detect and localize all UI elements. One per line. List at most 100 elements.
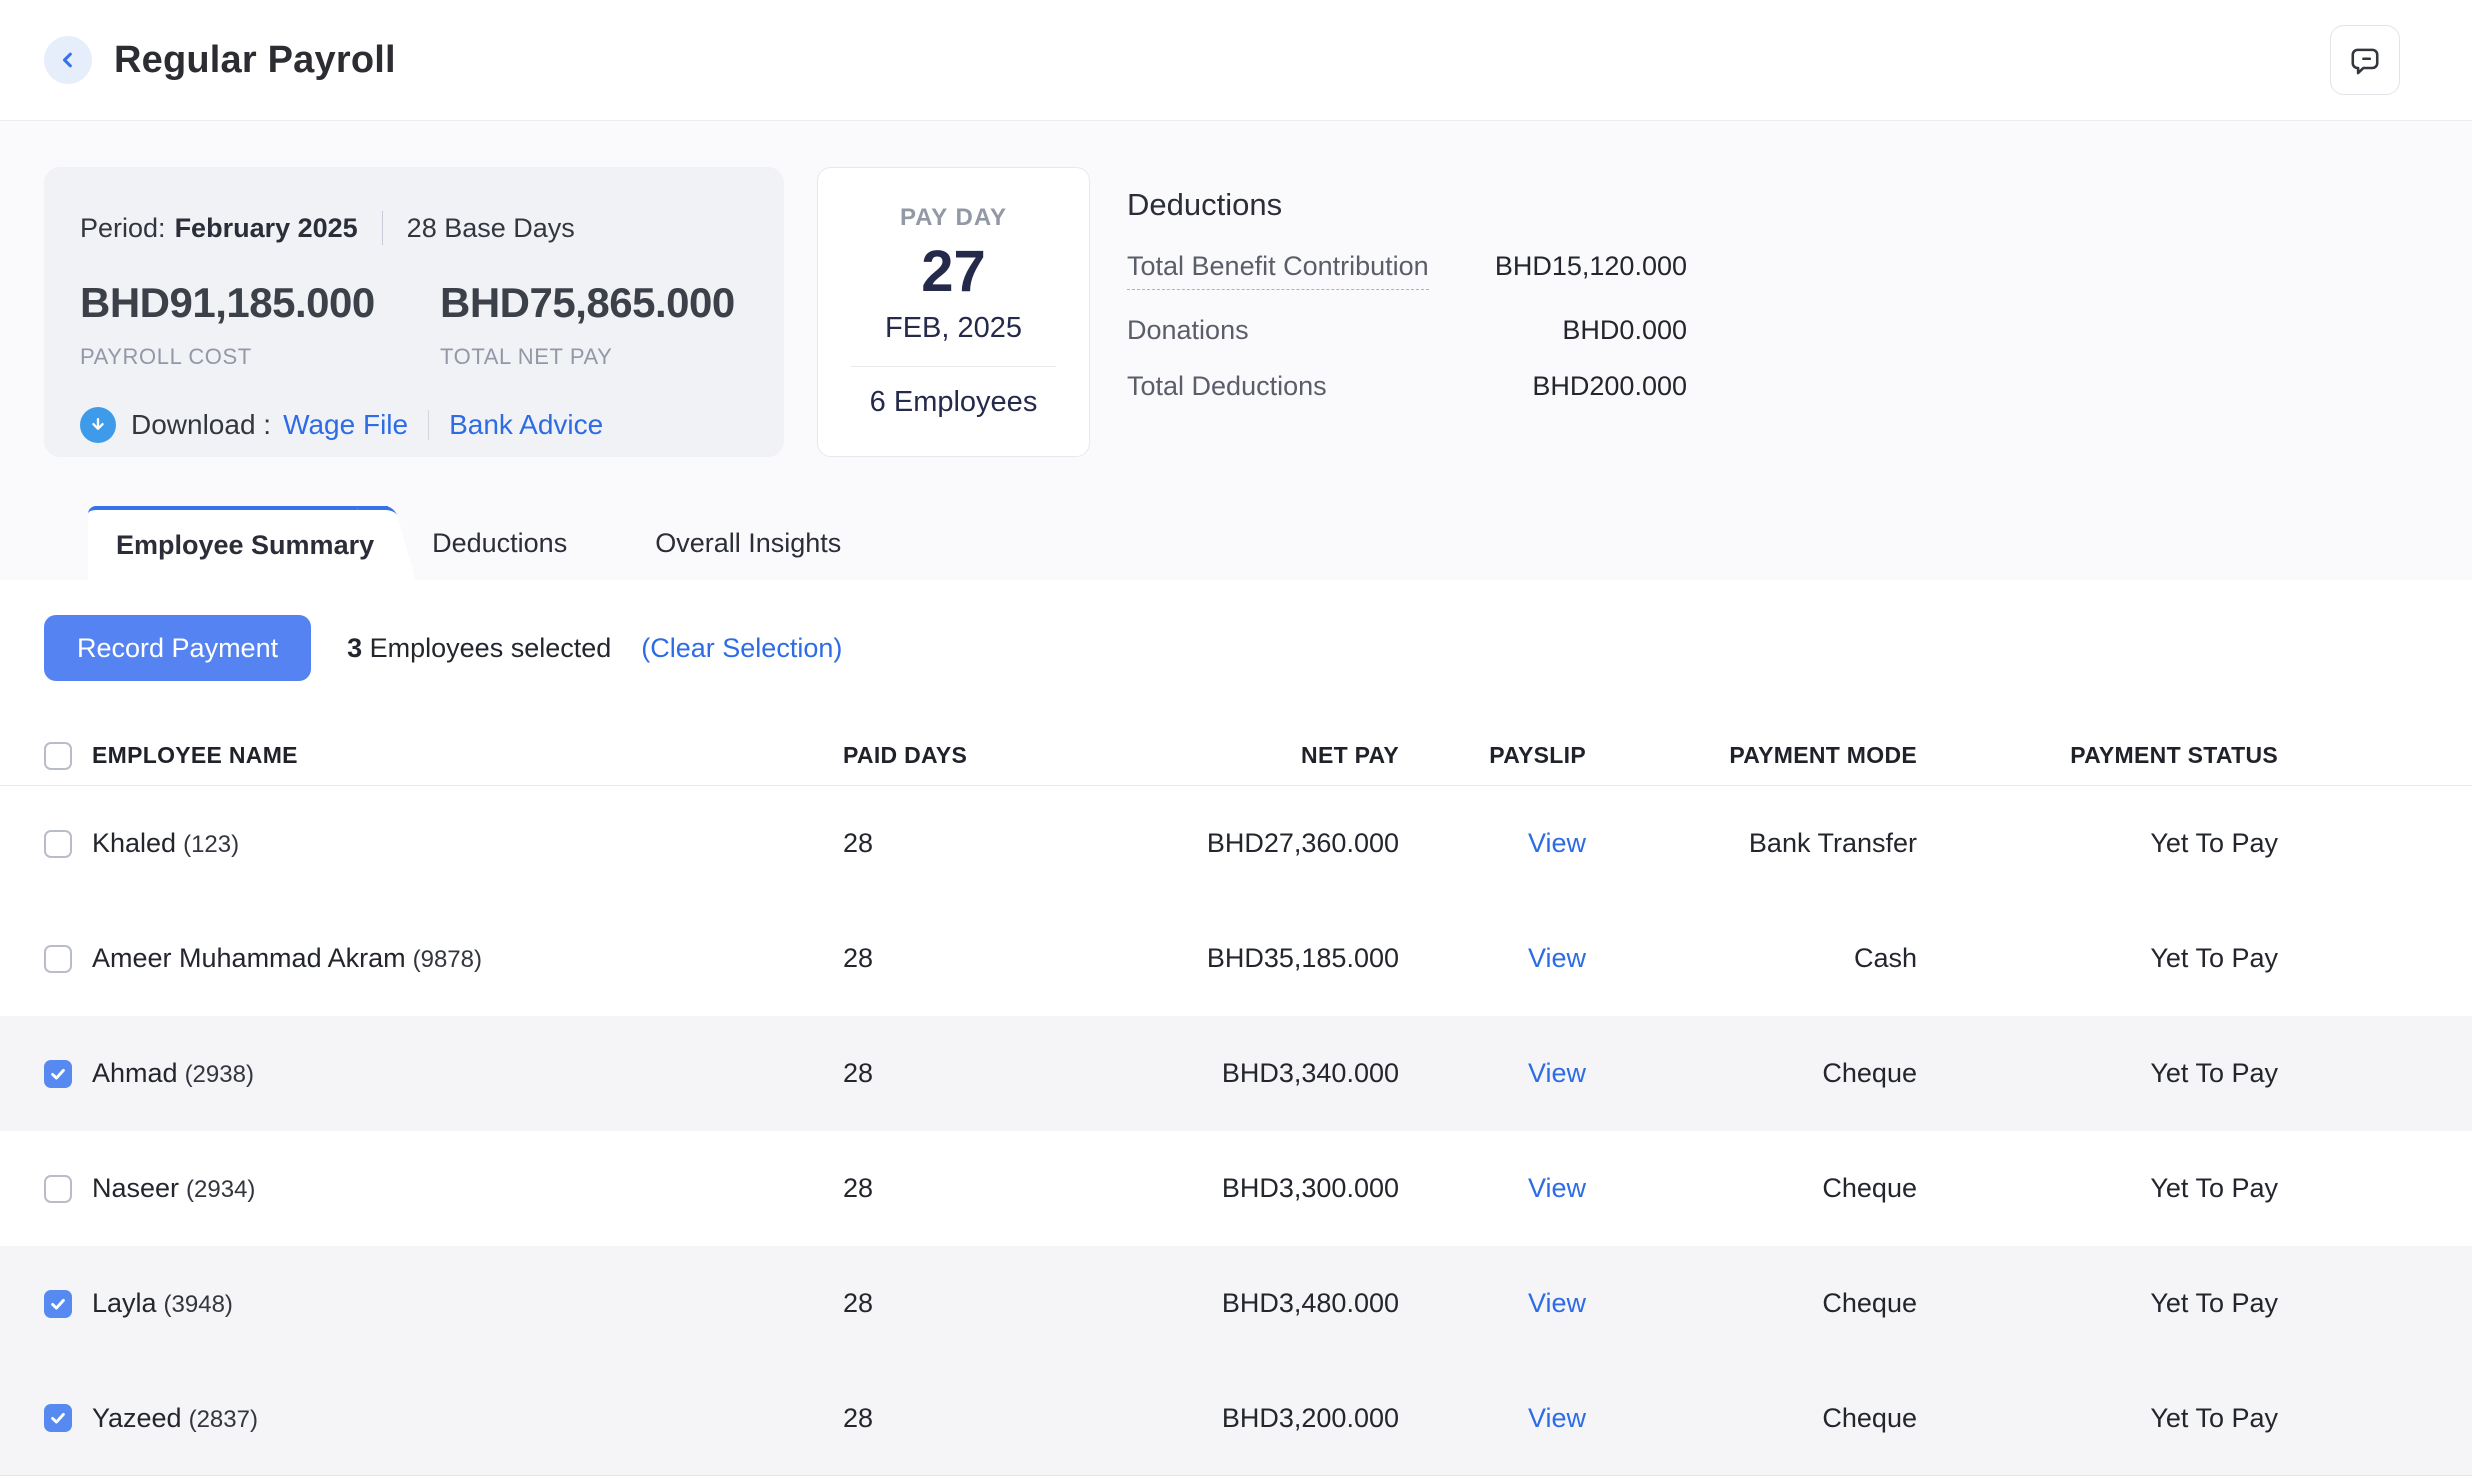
wage-file-link[interactable]: Wage File (283, 409, 408, 441)
period-value: February 2025 (175, 213, 358, 244)
tab-content: Record Payment 3 Employees selected (Cle… (0, 580, 2472, 1480)
tab-deductions[interactable]: Deductions (388, 506, 611, 580)
table-row: Ahmad(2938) 28 BHD3,340.000 View Cheque … (0, 1016, 2472, 1131)
column-header-payment-mode: PAYMENT MODE (1586, 742, 1917, 769)
deduction-label[interactable]: Total Benefit Contribution (1127, 251, 1429, 290)
payday-day: 27 (921, 240, 986, 304)
tab-bar: Employee Summary Deductions Overall Insi… (44, 506, 2428, 580)
payment-mode-cell: Cheque (1586, 1403, 1917, 1434)
divider (382, 211, 383, 245)
column-header-paid-days: PAID DAYS (843, 742, 1043, 769)
deduction-value: BHD200.000 (1532, 371, 1687, 402)
row-checkbox[interactable] (44, 1290, 72, 1318)
deduction-row: Total Deductions BHD200.000 (1127, 371, 1687, 402)
row-checkbox[interactable] (44, 1404, 72, 1432)
employee-name-cell: Ameer Muhammad Akram(9878) (92, 943, 843, 974)
paid-days-cell: 28 (843, 1403, 1043, 1434)
page-header: Regular Payroll (0, 0, 2472, 121)
paid-days-cell: 28 (843, 1058, 1043, 1089)
employee-name-cell: Layla(3948) (92, 1288, 843, 1319)
base-days: 28 Base Days (407, 213, 575, 244)
tab-employee-summary[interactable]: Employee Summary (88, 506, 388, 580)
column-header-payslip: PAYSLIP (1399, 742, 1586, 769)
view-payslip-link[interactable]: View (1528, 943, 1586, 973)
view-payslip-link[interactable]: View (1528, 1173, 1586, 1203)
download-icon (80, 407, 116, 443)
view-payslip-link[interactable]: View (1528, 1403, 1586, 1433)
actions-row: Record Payment 3 Employees selected (Cle… (0, 615, 2472, 681)
column-header-net-pay: NET PAY (1043, 742, 1399, 769)
paid-days-cell: 28 (843, 943, 1043, 974)
row-checkbox[interactable] (44, 945, 72, 973)
net-pay-cell: BHD3,480.000 (1043, 1288, 1399, 1319)
deductions-summary: Deductions Total Benefit Contribution BH… (1127, 167, 1687, 427)
deduction-label: Donations (1127, 315, 1249, 346)
row-checkbox[interactable] (44, 1060, 72, 1088)
view-payslip-link[interactable]: View (1528, 1288, 1586, 1318)
payslip-cell: View (1399, 1288, 1586, 1319)
table-row: Khaled(123) 28 BHD27,360.000 View Bank T… (0, 786, 2472, 901)
employee-name-cell: Naseer(2934) (92, 1173, 843, 1204)
view-payslip-link[interactable]: View (1528, 828, 1586, 858)
deduction-label: Total Deductions (1127, 371, 1327, 402)
back-button[interactable] (44, 36, 92, 84)
payment-status-cell: Yet To Pay (1917, 1288, 2278, 1319)
deduction-value: BHD0.000 (1562, 315, 1687, 346)
tab-overall-insights[interactable]: Overall Insights (611, 506, 885, 580)
payment-mode-cell: Cheque (1586, 1058, 1917, 1089)
net-pay-cell: BHD3,340.000 (1043, 1058, 1399, 1089)
download-label: Download : (131, 409, 271, 441)
page-title: Regular Payroll (114, 39, 396, 82)
employee-name-cell: Ahmad(2938) (92, 1058, 843, 1089)
checkmark-icon (49, 1065, 67, 1083)
employee-name-cell: Khaled(123) (92, 828, 843, 859)
paid-days-cell: 28 (843, 1288, 1043, 1319)
payroll-run-page: Regular Payroll Period: February 2025 28… (0, 0, 2472, 1480)
select-all-checkbox[interactable] (44, 742, 72, 770)
payment-status-cell: Yet To Pay (1917, 1403, 2278, 1434)
divider (851, 366, 1056, 367)
comment-button[interactable] (2330, 25, 2400, 95)
payment-mode-cell: Cash (1586, 943, 1917, 974)
selection-count-text: 3 Employees selected (347, 633, 611, 664)
payday-month-year: FEB, 2025 (885, 312, 1022, 345)
net-pay-cell: BHD3,300.000 (1043, 1173, 1399, 1204)
table-body: Khaled(123) 28 BHD27,360.000 View Bank T… (0, 786, 2472, 1476)
checkmark-icon (49, 1295, 67, 1313)
total-net-pay-label: TOTAL NET PAY (440, 344, 800, 370)
record-payment-button[interactable]: Record Payment (44, 615, 311, 681)
view-payslip-link[interactable]: View (1528, 1058, 1586, 1088)
bank-advice-link[interactable]: Bank Advice (449, 409, 603, 441)
payment-status-cell: Yet To Pay (1917, 943, 2278, 974)
chevron-left-icon (54, 46, 82, 74)
table-row: Yazeed(2837) 28 BHD3,200.000 View Cheque… (0, 1361, 2472, 1476)
row-checkbox[interactable] (44, 830, 72, 858)
period-label: Period: (80, 213, 166, 244)
payslip-cell: View (1399, 828, 1586, 859)
payroll-cost-value: BHD91,185.000 (80, 279, 440, 327)
table-row: Ameer Muhammad Akram(9878) 28 BHD35,185.… (0, 901, 2472, 1016)
net-pay-cell: BHD3,200.000 (1043, 1403, 1399, 1434)
payslip-cell: View (1399, 1403, 1586, 1434)
payslip-cell: View (1399, 1058, 1586, 1089)
column-header-employee-name: EMPLOYEE NAME (92, 742, 843, 769)
payslip-cell: View (1399, 1173, 1586, 1204)
net-pay-cell: BHD27,360.000 (1043, 828, 1399, 859)
payday-employee-count: 6 Employees (870, 386, 1038, 419)
payment-mode-cell: Cheque (1586, 1288, 1917, 1319)
comment-icon (2348, 43, 2382, 77)
table-row: Layla(3948) 28 BHD3,480.000 View Cheque … (0, 1246, 2472, 1361)
paid-days-cell: 28 (843, 1173, 1043, 1204)
divider (428, 410, 429, 440)
payroll-overview: Period: February 2025 28 Base Days BHD91… (0, 121, 2472, 580)
net-pay-cell: BHD35,185.000 (1043, 943, 1399, 974)
employee-table: EMPLOYEE NAME PAID DAYS NET PAY PAYSLIP … (0, 726, 2472, 1476)
deduction-value: BHD15,120.000 (1495, 251, 1687, 282)
paid-days-cell: 28 (843, 828, 1043, 859)
clear-selection-link[interactable]: (Clear Selection) (641, 633, 842, 664)
row-checkbox[interactable] (44, 1175, 72, 1203)
payment-mode-cell: Bank Transfer (1586, 828, 1917, 859)
payday-card: PAY DAY 27 FEB, 2025 6 Employees (817, 167, 1090, 457)
table-row: Naseer(2934) 28 BHD3,300.000 View Cheque… (0, 1131, 2472, 1246)
payment-mode-cell: Cheque (1586, 1173, 1917, 1204)
